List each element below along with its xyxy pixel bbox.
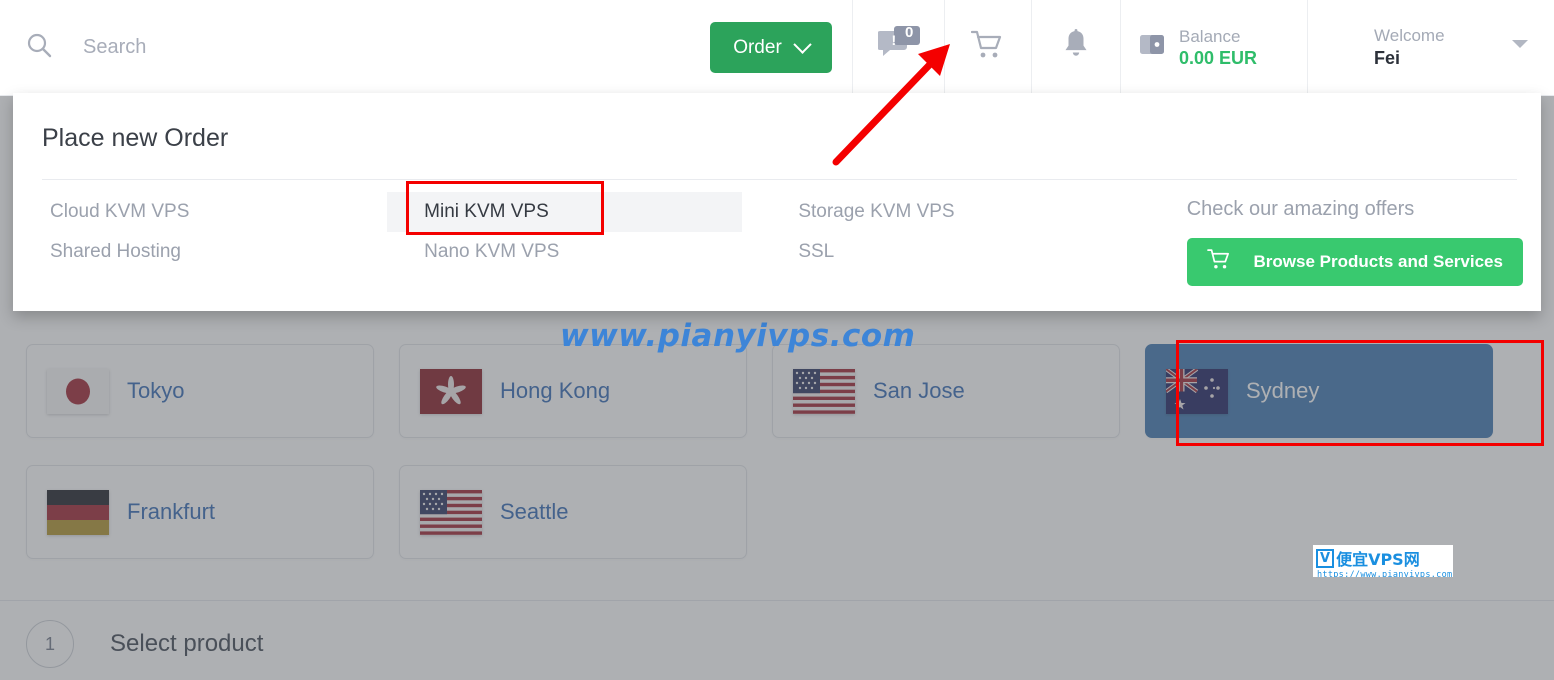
panel-column-3: Storage KVM VPS SSL [790, 192, 1145, 286]
shopping-cart-icon [1206, 248, 1232, 276]
user-name: Fei [1374, 47, 1401, 68]
messages-count-badge: 0 [905, 24, 914, 41]
menu-item-storage-kvm-vps[interactable]: Storage KVM VPS [790, 192, 1145, 232]
shopping-cart-icon [970, 29, 1005, 66]
menu-item-ssl[interactable]: SSL [790, 232, 1145, 272]
place-new-order-panel: Place new Order Cloud KVM VPS Shared Hos… [13, 93, 1541, 311]
balance-button[interactable]: Balance 0.00 EUR [1120, 0, 1307, 95]
browse-products-label: Browse Products and Services [1253, 252, 1503, 271]
user-text-block: Welcome Fei [1374, 25, 1445, 70]
chevron-down-icon [793, 35, 812, 54]
offers-title: Check our amazing offers [1186, 198, 1415, 220]
search-icon[interactable] [26, 32, 53, 64]
cart-button[interactable] [944, 0, 1031, 95]
search-area [0, 0, 710, 95]
panel-column-1: Cloud KVM VPS Shared Hosting [42, 192, 416, 286]
panel-title: Place new Order [42, 124, 229, 152]
welcome-label: Welcome [1374, 25, 1445, 45]
screenshot-root: Tokyo Hong Kong San Jose Sydney Frankfur… [0, 0, 1554, 680]
svg-text:!: ! [891, 32, 896, 48]
messages-button[interactable]: ! 0 [852, 0, 944, 95]
wallet-icon [1139, 33, 1165, 62]
panel-column-2: Mini KVM VPS Nano KVM VPS [387, 192, 790, 286]
bell-icon [1062, 29, 1090, 66]
site-logo-watermark: V 便宜VPS网 https://www.pianyivps.com [1313, 545, 1453, 577]
menu-item-shared-hosting[interactable]: Shared Hosting [42, 232, 416, 272]
top-navigation-bar: Order ! 0 [0, 0, 1554, 96]
search-input[interactable] [81, 35, 645, 60]
browse-products-button[interactable]: Browse Products and Services [1186, 238, 1523, 286]
balance-amount: 0.00 EUR [1179, 47, 1258, 68]
logo-url-text: https://www.pianyivps.com [1317, 570, 1453, 577]
logo-v-mark: V [1316, 548, 1335, 568]
site-watermark-text: www.pianyivps.com [560, 318, 916, 354]
logo-chinese-text: 便宜VPS网 [1336, 550, 1420, 569]
user-menu-button[interactable]: Welcome Fei [1307, 0, 1554, 95]
menu-item-mini-kvm-vps[interactable]: Mini KVM VPS [387, 192, 743, 232]
logo-mark-row: V 便宜VPS网 [1313, 545, 1453, 570]
chevron-down-icon [1512, 40, 1528, 48]
panel-offers-column: Check our amazing offers Browse Products… [1176, 192, 1541, 286]
order-dropdown-button[interactable]: Order [710, 22, 832, 73]
menu-item-cloud-kvm-vps[interactable]: Cloud KVM VPS [42, 192, 416, 232]
balance-label: Balance [1179, 26, 1241, 46]
panel-columns: Cloud KVM VPS Shared Hosting Mini KVM VP… [13, 180, 1541, 286]
notifications-button[interactable] [1031, 0, 1120, 95]
order-button-area: Order [710, 0, 852, 95]
balance-text-block: Balance 0.00 EUR [1179, 26, 1257, 70]
menu-item-nano-kvm-vps[interactable]: Nano KVM VPS [416, 232, 790, 272]
order-button-label: Order [733, 36, 782, 58]
